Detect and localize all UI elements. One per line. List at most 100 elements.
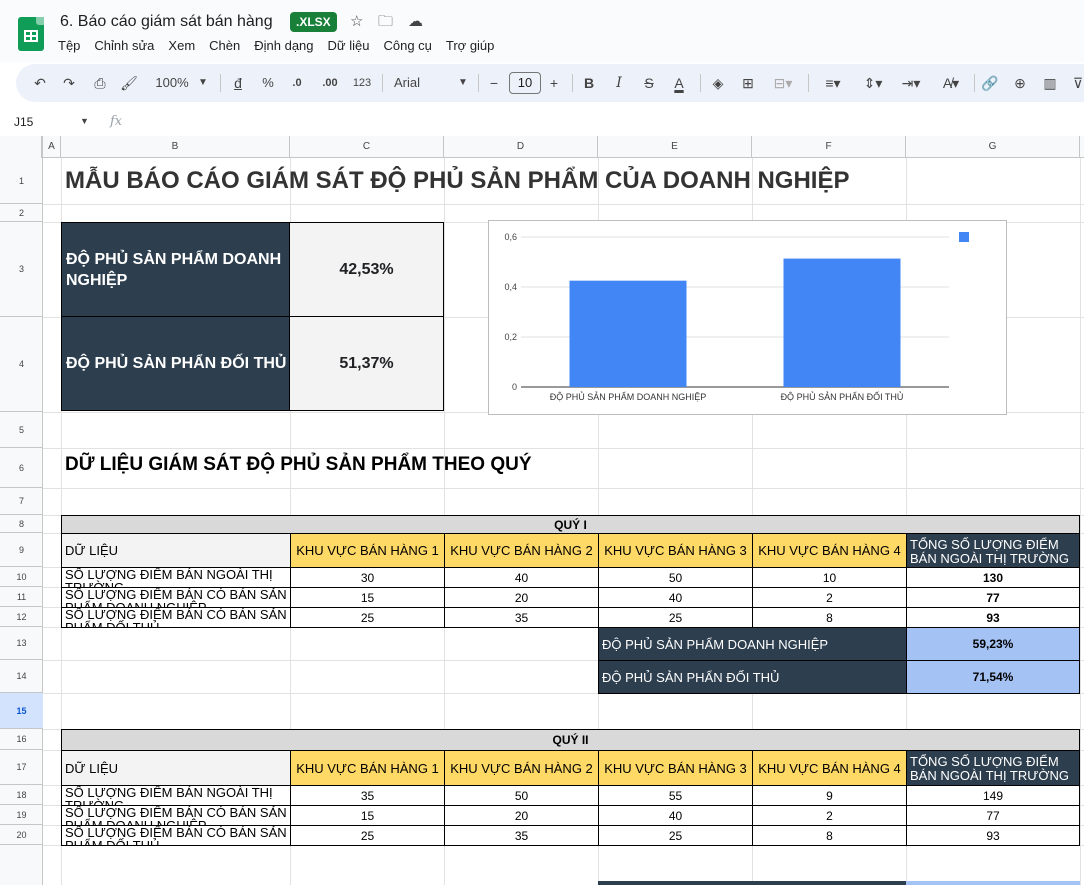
data-cell[interactable]: 15 <box>290 805 445 826</box>
summary-value[interactable]: 59,23% <box>906 627 1080 661</box>
column-header-d[interactable]: D <box>444 136 598 158</box>
data-cell[interactable]: 10 <box>752 567 907 588</box>
row-total-cell[interactable]: 93 <box>906 825 1080 846</box>
vertical-align-icon[interactable]: ⇕▾ <box>858 73 888 93</box>
kpi-label-company[interactable]: ĐỘ PHỦ SẢN PHẨM DOANH NGHIỆP <box>61 222 290 317</box>
row-header-17[interactable]: 17 <box>0 750 43 785</box>
region-header-1[interactable]: KHU VỰC BÁN HÀNG 1 <box>290 533 445 568</box>
percent-format-button[interactable]: % <box>258 73 278 93</box>
summary-label[interactable]: ĐỘ PHỦ SẢN PHẨN ĐỐI THỦ <box>598 660 907 694</box>
section-title[interactable]: DỮ LIỆU GIÁM SÁT ĐỘ PHỦ SẢN PHẨM THEO QU… <box>65 454 532 476</box>
paint-format-icon[interactable]: 🖌 <box>118 73 140 93</box>
font-chevron-down-icon[interactable]: ▼ <box>456 73 470 93</box>
column-header-g[interactable]: G <box>906 136 1080 158</box>
region-header-2[interactable]: KHU VỰC BÁN HÀNG 2 <box>444 750 599 786</box>
menu-item-6[interactable]: Công cụ <box>383 38 431 53</box>
menu-item-4[interactable]: Định dạng <box>254 38 313 53</box>
data-column-header[interactable]: DỮ LIỆU <box>61 750 291 786</box>
row-header-16[interactable]: 16 <box>0 729 43 750</box>
row-total-cell[interactable]: 77 <box>906 587 1080 608</box>
menu-item-3[interactable]: Chèn <box>209 38 240 53</box>
row-header-7[interactable]: 7 <box>0 488 43 515</box>
data-row-label[interactable]: SỐ LƯỢNG ĐIỂM BÁN NGOÀI THỊ TRƯỜNG <box>61 567 291 588</box>
region-header-3[interactable]: KHU VỰC BÁN HÀNG 3 <box>598 750 753 786</box>
data-cell[interactable]: 25 <box>598 607 753 628</box>
data-column-header[interactable]: DỮ LIỆU <box>61 533 291 568</box>
data-cell[interactable]: 55 <box>598 785 753 806</box>
data-cell[interactable]: 50 <box>598 567 753 588</box>
row-header-10[interactable]: 10 <box>0 567 43 587</box>
data-cell[interactable]: 25 <box>290 607 445 628</box>
text-color-button[interactable]: A <box>668 73 690 93</box>
name-box[interactable]: J15 <box>14 115 33 129</box>
quarter-header[interactable]: QUÝ II <box>61 729 1080 751</box>
menu-item-0[interactable]: Tệp <box>58 38 80 53</box>
data-row-label[interactable]: SỐ LƯỢNG ĐIỂM BÁN CÓ BÁN SẢN PHẨM ĐỐI TH… <box>61 607 291 628</box>
number-format-button[interactable]: 123 <box>350 73 374 93</box>
decrease-decimal-button[interactable]: .0 <box>286 73 308 93</box>
data-row-label[interactable]: SỐ LƯỢNG ĐIỂM BÁN CÓ BÁN SẢN PHẨM ĐỐI TH… <box>61 825 291 846</box>
data-cell[interactable]: 15 <box>290 587 445 608</box>
row-header-4[interactable]: 4 <box>0 317 43 412</box>
merge-cells-icon[interactable]: ⊟▾ <box>768 73 798 93</box>
data-cell[interactable]: 25 <box>290 825 445 846</box>
menu-item-7[interactable]: Trợ giúp <box>446 38 495 53</box>
font-family-select[interactable]: Arial <box>394 73 444 93</box>
horizontal-align-icon[interactable]: ≡▾ <box>818 73 848 93</box>
row-header-13[interactable]: 13 <box>0 627 43 660</box>
data-row-label[interactable]: SỐ LƯỢNG ĐIỂM BÁN CÓ BÁN SẢN PHẨM DOANH … <box>61 587 291 608</box>
data-cell[interactable]: 20 <box>444 587 599 608</box>
document-title[interactable]: 6. Báo cáo giám sát bán hàng <box>60 13 273 31</box>
column-header-b[interactable]: B <box>61 136 290 158</box>
column-header-e[interactable]: E <box>598 136 752 158</box>
increase-font-size-button[interactable]: + <box>546 73 562 93</box>
total-header[interactable]: TỔNG SỐ LƯỢNG ĐIỂM BÁN NGOÀI THỊ TRƯỜNG <box>906 533 1080 568</box>
sheets-logo-icon[interactable] <box>18 17 44 51</box>
column-header-f[interactable]: F <box>752 136 906 158</box>
redo-icon[interactable]: ↷ <box>59 73 79 93</box>
cloud-status-icon[interactable]: ☁ <box>408 12 423 32</box>
region-header-4[interactable]: KHU VỰC BÁN HÀNG 4 <box>752 533 907 568</box>
insert-link-icon[interactable]: 🔗 <box>980 73 1000 93</box>
summary-value[interactable]: 71,54% <box>906 660 1080 694</box>
data-cell[interactable]: 2 <box>752 587 907 608</box>
row-header-6[interactable]: 6 <box>0 448 43 488</box>
row-header-11[interactable]: 11 <box>0 587 43 607</box>
row-header-3[interactable]: 3 <box>0 222 43 317</box>
summary-value[interactable] <box>906 881 1080 885</box>
row-header-15[interactable]: 15 <box>0 693 43 729</box>
data-row-label[interactable]: SỐ LƯỢNG ĐIỂM BÁN NGOÀI THỊ TRƯỜNG <box>61 785 291 806</box>
row-header-5[interactable]: 5 <box>0 412 43 448</box>
data-cell[interactable]: 9 <box>752 785 907 806</box>
quarter-header[interactable]: QUÝ I <box>61 515 1080 534</box>
print-icon[interactable]: ⎙ <box>89 73 111 93</box>
data-cell[interactable]: 35 <box>444 825 599 846</box>
region-header-2[interactable]: KHU VỰC BÁN HÀNG 2 <box>444 533 599 568</box>
row-header-12[interactable]: 12 <box>0 607 43 627</box>
row-total-cell[interactable]: 93 <box>906 607 1080 628</box>
currency-format-button[interactable]: đ <box>230 73 246 93</box>
column-header-c[interactable]: C <box>290 136 444 158</box>
data-cell[interactable]: 20 <box>444 805 599 826</box>
row-header-2[interactable]: 2 <box>0 204 43 222</box>
row-header-8[interactable]: 8 <box>0 515 43 533</box>
menu-item-2[interactable]: Xem <box>168 38 195 53</box>
summary-label[interactable] <box>598 881 907 885</box>
font-size-input[interactable]: 10 <box>509 72 541 94</box>
insert-chart-icon[interactable]: ▥ <box>1040 73 1060 93</box>
row-header-19[interactable]: 19 <box>0 805 43 825</box>
bold-button[interactable]: B <box>580 73 598 93</box>
decrease-font-size-button[interactable]: − <box>486 73 502 93</box>
main-title[interactable]: MẪU BÁO CÁO GIÁM SÁT ĐỘ PHỦ SẢN PHẨM CỦA… <box>65 167 849 195</box>
filter-icon[interactable]: ⊽ <box>1068 73 1084 93</box>
row-total-cell[interactable]: 149 <box>906 785 1080 806</box>
data-row-label[interactable]: SỐ LƯỢNG ĐIỂM BÁN CÓ BÁN SẢN PHẨM DOANH … <box>61 805 291 826</box>
data-cell[interactable]: 25 <box>598 825 753 846</box>
coverage-chart[interactable]: 0 0,2 0,4 0,6 ĐỘ PHỦ SẢN PHẨM DOANH NGHIỆP ĐỘ… <box>488 220 1007 415</box>
menu-item-1[interactable]: Chỉnh sửa <box>94 38 154 53</box>
move-folder-icon[interactable]: 🗀 <box>378 12 393 32</box>
row-header-9[interactable]: 9 <box>0 533 43 567</box>
data-cell[interactable]: 40 <box>598 587 753 608</box>
data-cell[interactable]: 40 <box>444 567 599 588</box>
region-header-4[interactable]: KHU VỰC BÁN HÀNG 4 <box>752 750 907 786</box>
